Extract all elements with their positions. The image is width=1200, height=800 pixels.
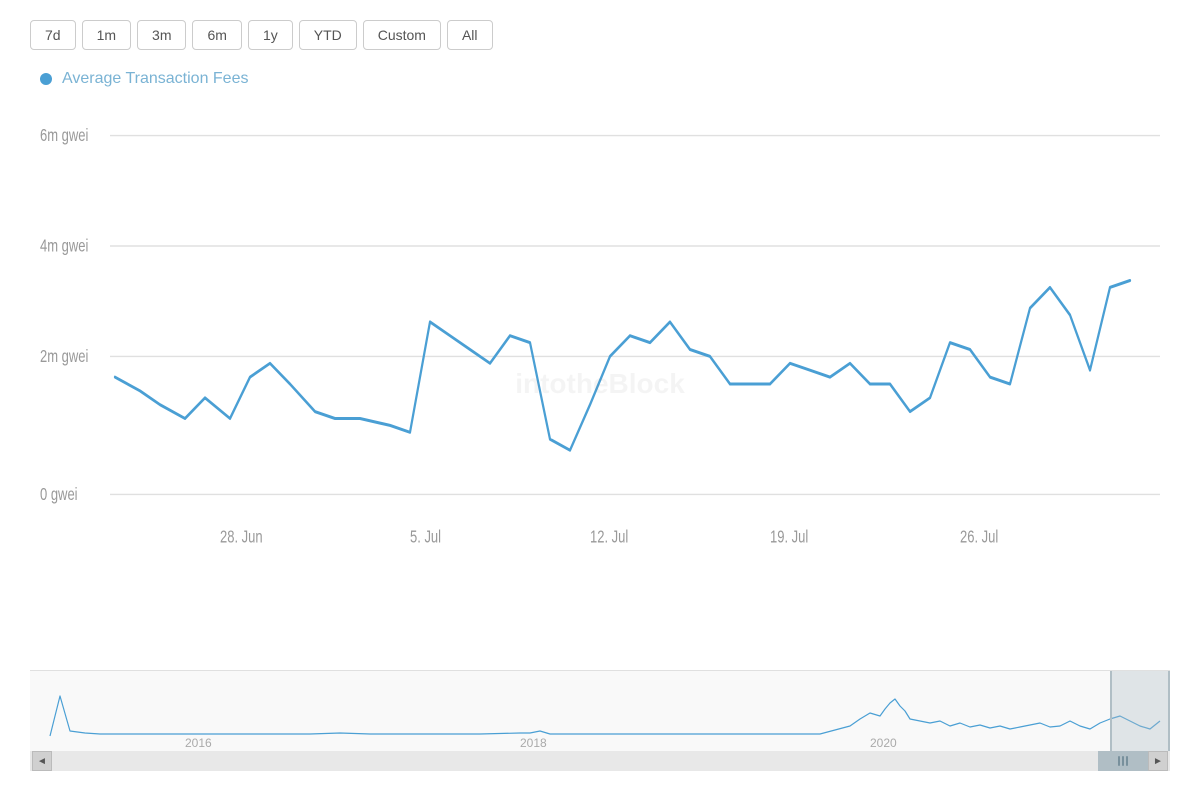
time-btn-all[interactable]: All [447,20,493,50]
time-btn-7d[interactable]: 7d [30,20,76,50]
scroll-track[interactable] [52,751,1148,771]
thumb-line-3 [1126,756,1128,766]
thumb-line-2 [1122,756,1124,766]
legend-label: Average Transaction Fees [62,70,248,88]
time-btn-1y[interactable]: 1y [248,20,293,50]
svg-text:4m gwei: 4m gwei [40,237,88,256]
navigator-svg: 2016 2018 2020 [30,671,1170,751]
svg-text:12. Jul: 12. Jul [590,528,628,547]
scrollbar: ◄ ► [30,751,1170,771]
time-btn-6m[interactable]: 6m [192,20,241,50]
svg-text:2m gwei: 2m gwei [40,347,88,366]
svg-text:2018: 2018 [520,736,547,750]
app-container: 7d1m3m6m1yYTDCustomAll Average Transacti… [0,0,1200,800]
time-btn-1m[interactable]: 1m [82,20,131,50]
svg-text:2016: 2016 [185,736,212,750]
legend: Average Transaction Fees [30,70,1170,88]
svg-text:19. Jul: 19. Jul [770,528,808,547]
time-btn-ytd[interactable]: YTD [299,20,357,50]
navigator-area: 2016 2018 2020 ◄ ► [30,670,1170,780]
scroll-thumb[interactable] [1098,751,1148,771]
scroll-left-arrow[interactable]: ◄ [32,751,52,771]
scroll-right-arrow[interactable]: ► [1148,751,1168,771]
scroll-thumb-lines [1118,756,1128,766]
main-chart: intotheBlock 6m gwei 4m gwei 2m gwei 0 g… [30,108,1170,660]
time-btn-custom[interactable]: Custom [363,20,441,50]
svg-text:26. Jul: 26. Jul [960,528,998,547]
svg-text:5. Jul: 5. Jul [410,528,441,547]
svg-text:6m gwei: 6m gwei [40,126,88,145]
svg-text:28. Jun: 28. Jun [220,528,263,547]
legend-dot [40,73,52,85]
chart-wrapper: intotheBlock 6m gwei 4m gwei 2m gwei 0 g… [30,108,1170,780]
time-btn-3m[interactable]: 3m [137,20,186,50]
thumb-line-1 [1118,756,1120,766]
main-chart-svg: 6m gwei 4m gwei 2m gwei 0 gwei 28. Jun 5… [30,108,1170,660]
time-range-bar: 7d1m3m6m1yYTDCustomAll [30,20,1170,50]
svg-text:2020: 2020 [870,736,897,750]
svg-text:0 gwei: 0 gwei [40,485,78,504]
